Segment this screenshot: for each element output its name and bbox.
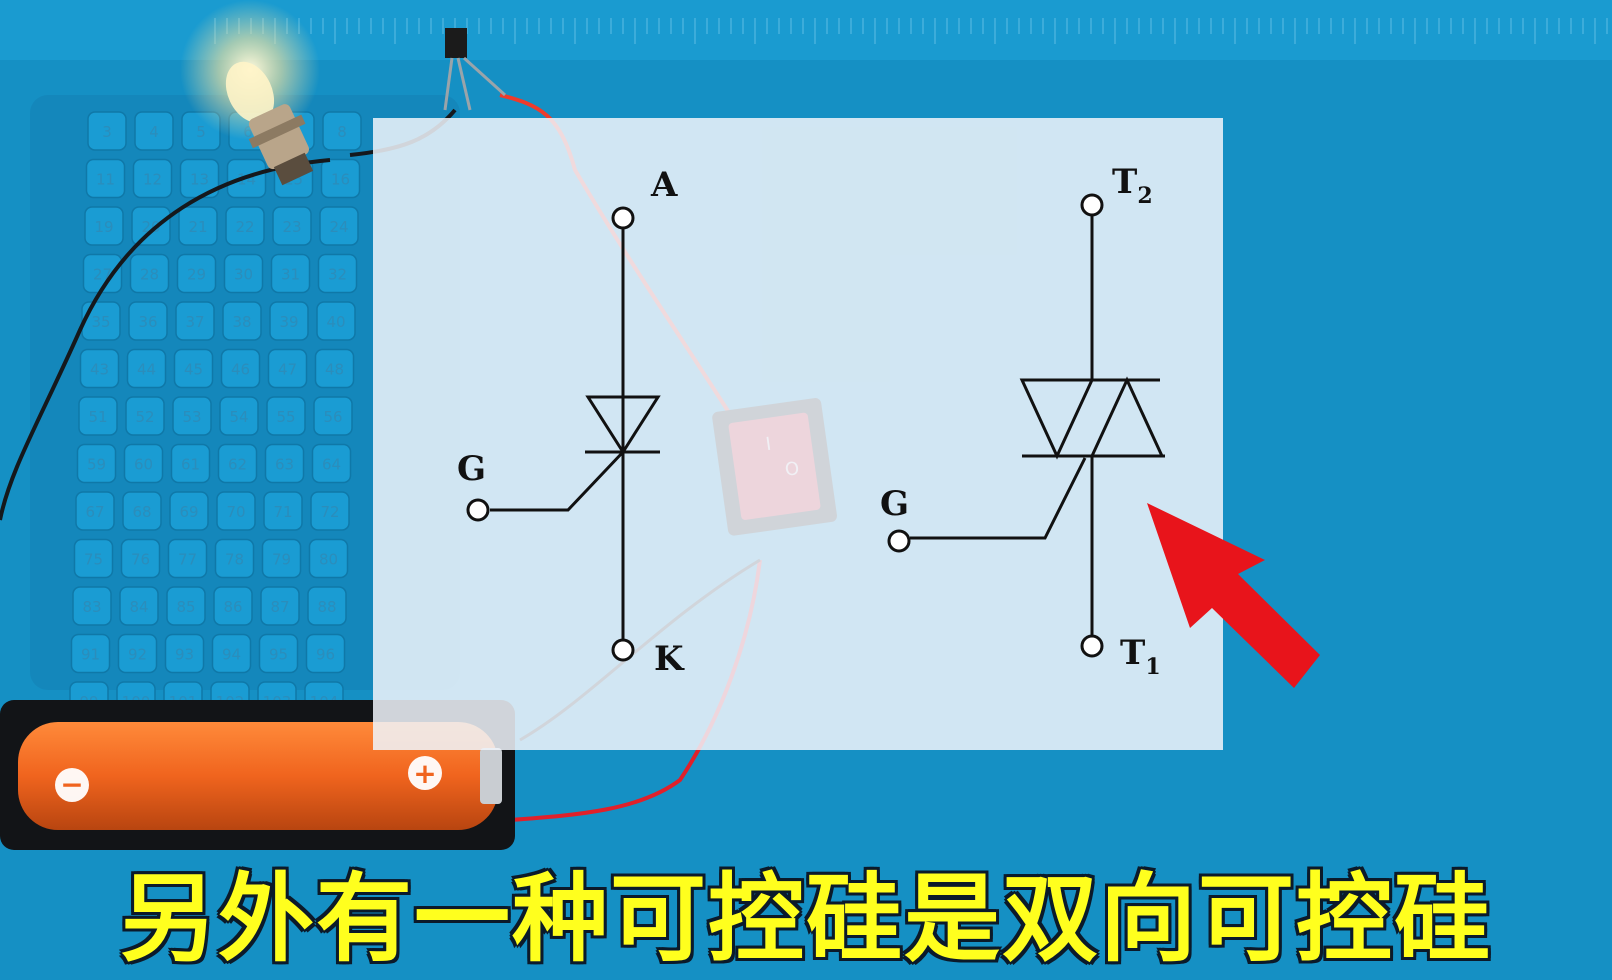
t2-terminal (1080, 193, 1104, 217)
subtitle-caption: 另外有一种可控硅是双向可控硅 (120, 862, 1492, 975)
scr-gate-label: G (457, 449, 486, 489)
anode-label: A (650, 165, 678, 205)
scr-gate-lead (490, 450, 625, 512)
t1-terminal (1080, 634, 1104, 658)
triac-gate-terminal (887, 529, 911, 553)
triac-up-triangle (1089, 376, 1165, 458)
triac-down-triangle (1019, 378, 1095, 460)
t1-label: T1 (1120, 633, 1161, 680)
anode-terminal (611, 206, 635, 230)
triac-gate-lead (910, 457, 1087, 540)
thyristor-diagrams: A K G T2 T1 G (457, 162, 1320, 688)
triac-symbol (887, 193, 1165, 658)
t2-label: T2 (1112, 162, 1153, 209)
scr-gate-terminal (466, 498, 490, 522)
cathode-label: K (654, 639, 685, 679)
cathode-terminal (611, 638, 635, 662)
scr-symbol (466, 206, 661, 662)
red-pointer-arrow (1147, 503, 1320, 688)
triac-gate-label: G (880, 484, 909, 524)
